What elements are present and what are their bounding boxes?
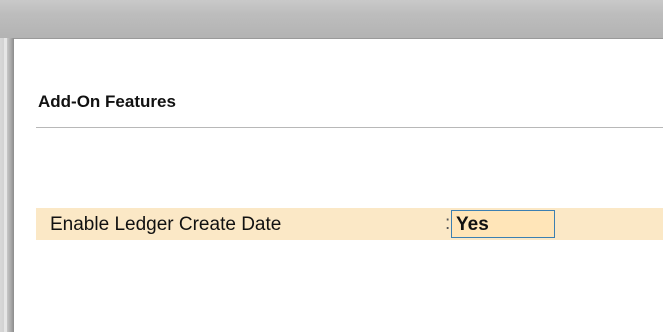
features-panel: Add-On Features Enable Ledger Create Dat… bbox=[14, 38, 663, 332]
option-row-ledger-create-date[interactable]: Enable Ledger Create Date : Yes bbox=[36, 208, 663, 240]
option-separator: : bbox=[445, 213, 451, 234]
option-label: Enable Ledger Create Date bbox=[50, 214, 282, 235]
window-left-border bbox=[0, 38, 14, 332]
option-value-field[interactable]: Yes bbox=[451, 210, 555, 238]
section-title: Add-On Features bbox=[38, 92, 176, 111]
window-left-border-highlight bbox=[4, 38, 7, 332]
section-divider bbox=[36, 127, 663, 128]
